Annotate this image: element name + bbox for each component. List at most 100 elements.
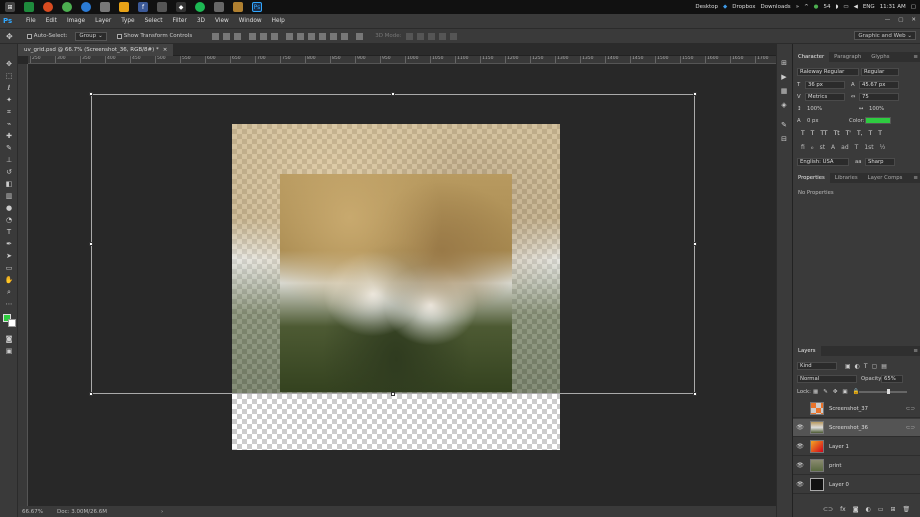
swatches-panel-icon[interactable]: ▦	[779, 86, 789, 96]
quick-mask-icon[interactable]: ◙	[4, 334, 14, 344]
antialias-select[interactable]: Sharp	[865, 158, 895, 166]
distribute-left-icon[interactable]	[319, 32, 327, 40]
auto-select-dropdown[interactable]: Group ⌄	[75, 31, 107, 41]
distribute-bottom-icon[interactable]	[308, 32, 316, 40]
link-layers-icon[interactable]: ⊂⊃	[823, 506, 833, 513]
menu-3d[interactable]: 3D	[192, 18, 210, 24]
ruler-vertical[interactable]	[18, 64, 28, 506]
rectangle-tool-icon[interactable]: ▭	[4, 263, 14, 273]
app-icon[interactable]	[233, 2, 243, 12]
layer-name[interactable]: Layer 1	[829, 444, 849, 450]
vscale-value[interactable]: 100%	[807, 106, 822, 112]
layer-style-icon[interactable]: fx	[840, 506, 846, 513]
move-tool-icon[interactable]: ✥	[6, 32, 13, 41]
dodge-tool-icon[interactable]: ◔	[4, 215, 14, 225]
delete-layer-icon[interactable]: 🗑	[903, 506, 911, 513]
browser-icon[interactable]	[81, 2, 91, 12]
3d-scale-icon[interactable]	[449, 32, 457, 40]
layer-name[interactable]: Screenshot_36	[829, 425, 868, 431]
menu-window[interactable]: Window	[234, 18, 267, 24]
faux-bold-button[interactable]: T	[801, 130, 805, 137]
ruler-horizontal[interactable]: 250 300 350 400 450 500 550 600 650 700 750 800 850 9…	[28, 56, 790, 64]
filter-smart-icon[interactable]: ▤	[881, 363, 887, 370]
crop-tool-icon[interactable]: ⌗	[4, 107, 14, 117]
panel-menu-icon[interactable]: ≡	[913, 348, 918, 354]
opacity-slider-thumb[interactable]	[887, 389, 890, 394]
filter-shape-icon[interactable]: ▢	[872, 363, 878, 370]
group-icon[interactable]: ▭	[878, 506, 884, 513]
hscale-value[interactable]: 100%	[869, 106, 884, 112]
input-language[interactable]: ENG	[863, 4, 875, 10]
menu-filter[interactable]: Filter	[167, 18, 191, 24]
document-tab[interactable]: uv_grid.psd @ 66.7% (Screenshot_36, RGB/…	[18, 44, 174, 56]
opacity-slider[interactable]	[859, 389, 907, 394]
stamp-tool-icon[interactable]: ⊥	[4, 155, 14, 165]
lasso-tool-icon[interactable]: ℓ	[4, 83, 14, 93]
maximize-icon[interactable]: ▢	[898, 17, 903, 23]
panel-menu-icon[interactable]: ≡	[913, 54, 918, 60]
tab-libraries[interactable]: Libraries	[830, 173, 863, 183]
layer-name[interactable]: Screenshot_37	[829, 406, 868, 412]
chevron-down-icon[interactable]: »	[796, 4, 799, 10]
zoom-level[interactable]: 66.67%	[22, 509, 43, 515]
transform-handle-se[interactable]	[693, 392, 697, 396]
distribute-top-icon[interactable]	[286, 32, 294, 40]
transform-handle-s[interactable]	[391, 392, 395, 396]
layer-row[interactable]: 👁 print	[793, 457, 920, 475]
align-hcenter-icon[interactable]	[260, 32, 268, 40]
magic-wand-tool-icon[interactable]: ✦	[4, 95, 14, 105]
kerning-field[interactable]: Metrics	[805, 93, 845, 101]
transform-handle-sw[interactable]	[89, 392, 93, 396]
volume-icon[interactable]: ◀	[854, 4, 858, 10]
transform-handle-n[interactable]	[391, 92, 395, 96]
transform-handle-w[interactable]	[89, 242, 93, 246]
actions-panel-icon[interactable]: ▶	[779, 72, 789, 82]
monitor-icon[interactable]	[100, 2, 110, 12]
3d-pan-icon[interactable]	[427, 32, 435, 40]
workspace-dropdown[interactable]: Graphic and Web ⌄	[854, 31, 916, 40]
close-icon[interactable]: ✕	[911, 17, 916, 23]
panel-menu-icon[interactable]: ≡	[913, 175, 918, 181]
tab-properties[interactable]: Properties	[793, 173, 830, 183]
tab-paragraph[interactable]: Paragraph	[829, 52, 866, 62]
align-right-icon[interactable]	[271, 32, 279, 40]
taskbar-downloads[interactable]: Downloads	[760, 4, 790, 10]
adjust-panel-icon[interactable]: ⊟	[779, 134, 789, 144]
app-icon[interactable]	[24, 2, 34, 12]
menu-image[interactable]: Image	[62, 18, 90, 24]
layer-kind-filter[interactable]: Kind	[797, 362, 837, 370]
eraser-tool-icon[interactable]: ◧	[4, 179, 14, 189]
healing-tool-icon[interactable]: ✚	[4, 131, 14, 141]
tab-glyphs[interactable]: Glyphs	[866, 52, 894, 62]
menu-select[interactable]: Select	[140, 18, 168, 24]
ordinals-icon[interactable]: T	[855, 144, 859, 151]
adjustment-layer-icon[interactable]: ◐	[866, 506, 871, 513]
history-brush-icon[interactable]: ↺	[4, 167, 14, 177]
firefox-icon[interactable]	[43, 2, 53, 12]
styles-panel-icon[interactable]: ◈	[779, 100, 789, 110]
align-vcenter-icon[interactable]	[223, 32, 231, 40]
layer-mask-icon[interactable]: ◙	[853, 506, 859, 513]
menu-edit[interactable]: Edit	[41, 18, 62, 24]
blend-mode-select[interactable]: Normal	[797, 375, 857, 383]
3d-rotate-icon[interactable]	[405, 32, 413, 40]
font-style-select[interactable]: Regular	[861, 68, 899, 76]
language-select[interactable]: English: USA	[797, 158, 849, 166]
menu-type[interactable]: Type	[116, 18, 139, 24]
filter-type-icon[interactable]: T	[864, 363, 868, 370]
font-family-select[interactable]: Raleway Regular	[797, 68, 859, 76]
eye-icon[interactable]: 👁	[793, 424, 807, 431]
brush-panel-icon[interactable]: ✎	[779, 120, 789, 130]
layer-row[interactable]: Screenshot_37 ⊂⊃	[793, 400, 920, 418]
eyedropper-tool-icon[interactable]: ⌁	[4, 119, 14, 129]
transform-bounding-box[interactable]	[89, 92, 697, 396]
photoshop-taskbar-icon[interactable]: Ps	[252, 2, 262, 12]
align-left-icon[interactable]	[249, 32, 257, 40]
app-icon[interactable]	[214, 2, 224, 12]
eye-icon[interactable]: 👁	[793, 481, 807, 488]
auto-select-checkbox[interactable]	[26, 33, 32, 39]
half-icon[interactable]: ½	[880, 144, 886, 151]
dropbox-icon[interactable]: ◆	[723, 4, 727, 10]
stylistic-icon[interactable]: st	[820, 144, 825, 151]
brush-tool-icon[interactable]: ✎	[4, 143, 14, 153]
